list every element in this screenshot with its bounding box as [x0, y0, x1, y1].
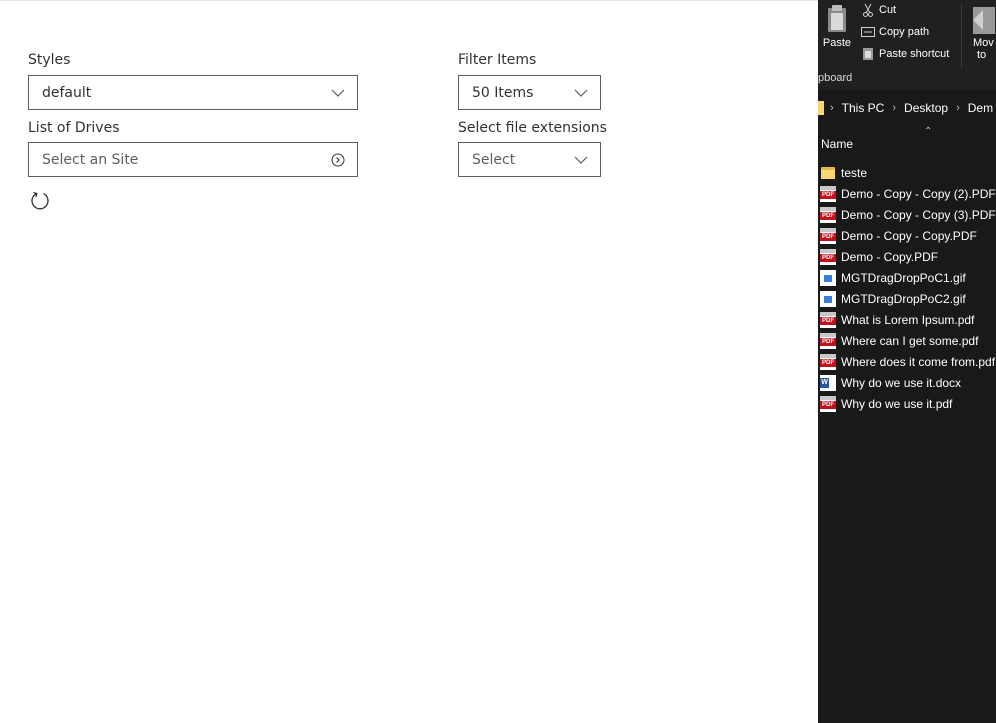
column-header-name[interactable]: Name [821, 137, 853, 151]
folder-icon [818, 101, 824, 115]
file-name: Why do we use it.docx [841, 375, 962, 390]
navigate-circle-icon[interactable] [331, 153, 345, 167]
cut-button[interactable]: Cut [861, 3, 897, 17]
move-to-label-line2: to [977, 49, 987, 61]
list-item[interactable]: teste [818, 162, 996, 183]
file-name: What is Lorem Ipsum.pdf [841, 312, 975, 327]
filter-items-label: Filter Items [458, 52, 537, 68]
chevron-down-icon [574, 86, 588, 100]
styles-dropdown-value: default [42, 84, 92, 101]
paste-shortcut-label: Paste shortcut [879, 48, 950, 60]
word-doc-icon: W [820, 374, 836, 391]
move-to-icon [973, 4, 995, 34]
file-list: teste PDF Demo - Copy - Copy (2).PDF PDF… [818, 162, 996, 414]
copy-path-icon [861, 26, 875, 38]
ribbon-clipboard-group: Paste Cut Copy path Paste shortcut Mov t… [818, 0, 996, 90]
file-name: Where does it come from.pdf [841, 354, 996, 369]
ribbon-separator [961, 4, 962, 68]
pdf-icon: PDF [820, 206, 836, 223]
pdf-icon: PDF [820, 311, 836, 328]
chevron-down-icon [574, 153, 588, 167]
copy-path-button[interactable]: Copy path [861, 26, 929, 38]
pdf-icon: PDF [820, 227, 836, 244]
pdf-icon: PDF [820, 332, 836, 349]
gif-image-icon [820, 290, 836, 307]
filter-items-dropdown[interactable]: 50 Items [458, 75, 601, 110]
move-to-label-line1: Mov [973, 37, 994, 49]
file-extensions-placeholder: Select [472, 151, 516, 168]
site-picker[interactable]: Select an Site [28, 142, 358, 177]
breadcrumb-desktop[interactable]: Desktop [904, 101, 948, 115]
copy-path-label: Copy path [879, 26, 930, 38]
paste-button[interactable]: Paste [822, 4, 852, 49]
styles-label: Styles [28, 52, 71, 68]
styles-dropdown[interactable]: default [28, 75, 358, 110]
file-name: teste [841, 165, 868, 180]
clipboard-icon [826, 4, 848, 34]
pdf-icon: PDF [820, 248, 836, 265]
list-item[interactable]: MGTDragDropPoC1.gif [818, 267, 996, 288]
list-item[interactable]: PDF Demo - Copy - Copy (2).PDF [818, 183, 996, 204]
scissors-icon [861, 3, 875, 17]
file-name: Demo - Copy - Copy (2).PDF [841, 186, 996, 201]
list-item[interactable]: PDF Demo - Copy - Copy.PDF [818, 225, 996, 246]
breadcrumb-separator-icon: › [956, 102, 960, 114]
file-name: Why do we use it.pdf [841, 396, 953, 411]
sort-arrow-up-icon: ⌃ [924, 126, 933, 137]
pdf-icon: PDF [820, 353, 836, 370]
paste-shortcut-button[interactable]: Paste shortcut [861, 48, 949, 60]
folder-icon [820, 165, 836, 181]
cut-label: Cut [879, 4, 897, 16]
file-name: Where can I get some.pdf [841, 333, 979, 348]
breadcrumb-current-folder[interactable]: Dem [968, 101, 993, 115]
file-extensions-dropdown[interactable]: Select [458, 142, 601, 177]
list-item[interactable]: PDF What is Lorem Ipsum.pdf [818, 309, 996, 330]
clipboard-group-label: pboard [818, 72, 853, 84]
file-name: Demo - Copy - Copy (3).PDF [841, 207, 996, 222]
file-name: Demo - Copy.PDF [841, 249, 939, 264]
filter-items-dropdown-value: 50 Items [472, 84, 534, 101]
pdf-icon: PDF [820, 395, 836, 412]
file-name: Demo - Copy - Copy.PDF [841, 228, 977, 243]
file-explorer-window: Paste Cut Copy path Paste shortcut Mov t… [818, 0, 996, 723]
list-item[interactable]: PDF Where can I get some.pdf [818, 330, 996, 351]
column-header-row: ⌃ Name [818, 126, 996, 154]
pdf-icon: PDF [820, 185, 836, 202]
file-name: MGTDragDropPoC2.gif [841, 291, 966, 306]
breadcrumb-this-pc[interactable]: This PC [842, 101, 885, 115]
file-extensions-label: Select file extensions [458, 120, 607, 136]
list-item[interactable]: PDF Why do we use it.pdf [818, 393, 996, 414]
chevron-down-icon [331, 86, 345, 100]
move-to-button[interactable]: Mov to [973, 4, 996, 61]
list-item[interactable]: W Why do we use it.docx [818, 372, 996, 393]
gif-image-icon [820, 269, 836, 286]
list-item[interactable]: PDF Demo - Copy.PDF [818, 246, 996, 267]
app-pane: Styles default Filter Items 50 Items Lis… [0, 0, 818, 723]
breadcrumb-separator-icon: › [892, 102, 897, 114]
refresh-icon[interactable] [30, 190, 50, 210]
address-bar[interactable]: › This PC › Desktop › Dem [818, 96, 996, 120]
site-picker-placeholder: Select an Site [42, 151, 139, 168]
paste-label: Paste [822, 37, 852, 49]
file-name: MGTDragDropPoC1.gif [841, 270, 966, 285]
list-item[interactable]: MGTDragDropPoC2.gif [818, 288, 996, 309]
list-of-drives-label: List of Drives [28, 120, 120, 136]
list-item[interactable]: PDF Demo - Copy - Copy (3).PDF [818, 204, 996, 225]
paste-shortcut-icon [861, 48, 875, 60]
list-item[interactable]: PDF Where does it come from.pdf [818, 351, 996, 372]
breadcrumb-separator-icon: › [830, 102, 834, 114]
